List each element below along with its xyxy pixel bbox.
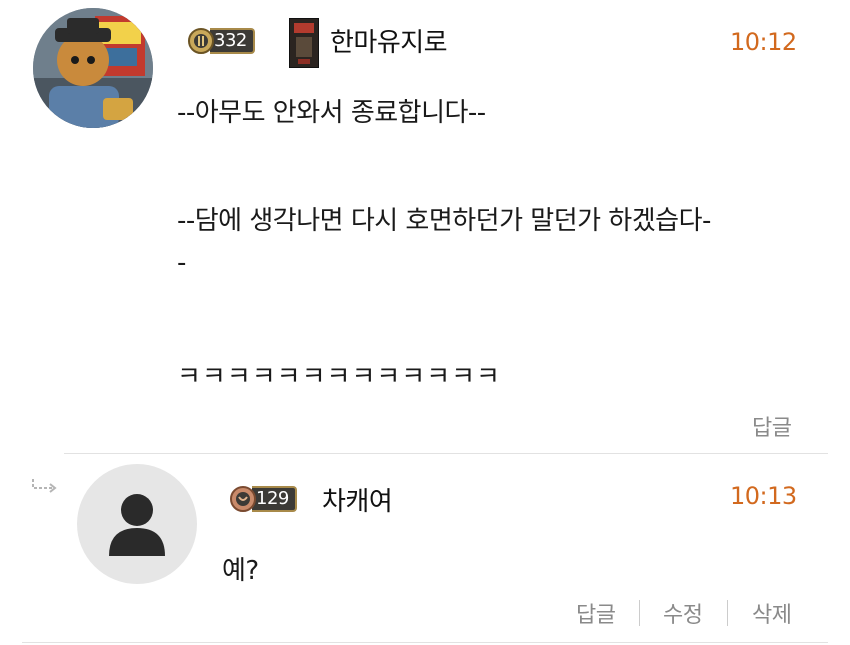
level-badge: 332 [188,28,255,54]
reply-button[interactable]: 답글 [576,597,616,629]
comment-text-line: --아무도 안와서 종료합니다-- [177,98,486,128]
divider [64,453,828,454]
level-number: 129 [252,486,297,512]
profile-avatar-image [33,8,153,128]
title-icon [289,18,319,68]
default-user-icon [109,494,165,556]
edit-button[interactable]: 수정 [663,597,703,629]
reply-arrow-icon [32,479,57,493]
level-badge: 129 [230,486,297,512]
comment-text-line: 예? [222,556,259,586]
level-number: 332 [210,28,255,54]
comment-time: 10:12 [730,28,797,56]
nickname[interactable]: 한마유지로 [330,22,448,59]
divider [22,642,828,643]
nickname[interactable]: 차캐여 [322,481,393,518]
comment-text-line: --담에 생각나면 다시 호면하던가 말던가 하겠습다- [177,206,711,236]
comment-text-line: - [177,248,186,278]
comment-text-line: ㅋㅋㅋㅋㅋㅋㅋㅋㅋㅋㅋㅋㅋ [177,362,501,392]
delete-button[interactable]: 삭제 [752,597,792,629]
level-badge-icon [230,486,256,512]
avatar[interactable] [33,8,153,128]
avatar[interactable] [77,464,197,584]
action-separator [727,600,728,626]
comment-time: 10:13 [730,482,797,510]
reply-button[interactable]: 답글 [752,410,792,442]
action-separator [639,600,640,626]
level-badge-icon [188,28,214,54]
